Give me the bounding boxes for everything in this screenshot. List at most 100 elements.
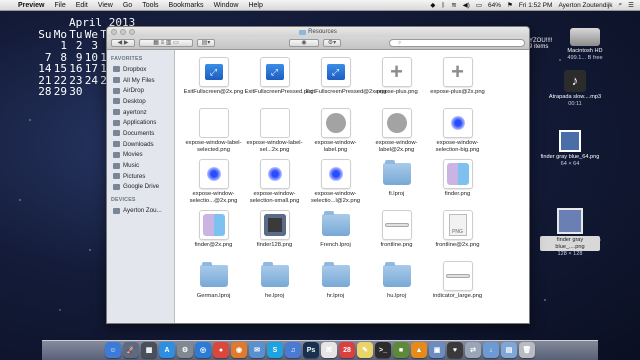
finder-window[interactable]: Resources ◀ ▶ ▦ ≡ ▥ ▭ ▤▾ ◉ ⚙▾ ⌕ FAVORITE… [106, 26, 530, 324]
file-item[interactable]: fi.lproj [366, 160, 427, 211]
trash-icon[interactable]: 🗑 [519, 342, 535, 358]
window-titlebar[interactable]: Resources [107, 27, 529, 37]
mail-icon[interactable]: ✉ [249, 342, 265, 358]
preview-icon[interactable]: ▣ [429, 342, 445, 358]
sidebar-item-pictures[interactable]: Pictures [107, 171, 174, 182]
sidebar-item-device[interactable]: Ayerton Zou... [107, 205, 174, 216]
back-forward-buttons[interactable]: ◀ ▶ [111, 39, 135, 47]
file-name: indicator_large.png [432, 293, 483, 299]
sidebar-item-airdrop[interactable]: AirDrop [107, 85, 174, 96]
user-name[interactable]: Ayerton Zoutendijk [558, 2, 612, 9]
zoom-button[interactable] [129, 29, 135, 35]
file-item[interactable]: finder@2x.png [183, 211, 244, 262]
file-item[interactable]: expose-window-selectio...@2x.png [183, 160, 244, 211]
vlc-icon[interactable]: ▲ [411, 342, 427, 358]
bluetooth-icon[interactable]: ᛒ [441, 2, 445, 9]
close-button[interactable] [111, 29, 117, 35]
flag-icon[interactable]: ⚑ [507, 1, 513, 9]
file-item[interactable]: expose-window-label-sel...2x.png [244, 109, 305, 160]
itunes-icon[interactable]: ♫ [285, 342, 301, 358]
chrome-icon[interactable]: ● [213, 342, 229, 358]
sidebar-item-downloads[interactable]: Downloads [107, 139, 174, 150]
menu-go[interactable]: Go [123, 2, 132, 9]
mission-control-icon[interactable]: ▦ [141, 342, 157, 358]
battery-icon[interactable]: ▭ [476, 1, 482, 9]
desktop-item-macintosh-hd[interactable]: Macintosh HD 499.1... B free [555, 28, 615, 61]
menu-tools[interactable]: Tools [142, 2, 158, 9]
file-item[interactable]: he.lproj [244, 262, 305, 313]
downloads-stack-icon[interactable]: ↓ [483, 342, 499, 358]
file-item[interactable]: expose-window-label-selected.png [183, 109, 244, 160]
file-item[interactable]: ⤢ ExitFullscreenPressed@2x.png [305, 58, 386, 109]
sidebar-item-all-my-files[interactable]: All My Files [107, 75, 174, 86]
search-input[interactable]: ⌕ [389, 39, 525, 47]
file-item[interactable]: expose-window-selectio...l@2x.png [305, 160, 366, 211]
app-store-icon[interactable]: A [159, 342, 175, 358]
sidebar-item-dropbox[interactable]: Dropbox [107, 64, 174, 75]
file-item[interactable]: French.lproj [305, 211, 366, 262]
file-item[interactable]: frontline.png [366, 211, 427, 262]
sidebar-item-movies[interactable]: Movies [107, 150, 174, 161]
safari-icon[interactable]: ◎ [195, 342, 211, 358]
file-item[interactable]: finder.png [427, 160, 488, 211]
desktop-item-png-64[interactable]: finder gray blue_64.png 64 × 64 [540, 130, 600, 167]
skype-icon[interactable]: S [267, 342, 283, 358]
spotlight-icon[interactable]: ⌕ [619, 1, 623, 9]
script-icon[interactable]: ⌘ [321, 342, 337, 358]
sidebar-item-documents[interactable]: Documents [107, 128, 174, 139]
file-item[interactable]: finder128.png [244, 211, 305, 262]
menu-file[interactable]: File [54, 2, 65, 9]
system-preferences-icon[interactable]: ⚙ [177, 342, 193, 358]
file-item[interactable]: expose-window-label@2x.png [366, 109, 427, 160]
menu-view[interactable]: View [98, 2, 113, 9]
file-item[interactable]: + expose-plus.png [366, 58, 427, 109]
menu-edit[interactable]: Edit [76, 2, 88, 9]
action-gear-button[interactable]: ⚙▾ [323, 39, 341, 47]
sidebar-item-google-drive[interactable]: Google Drive [107, 182, 174, 193]
menubar-clock[interactable]: Fri 1:52 PM [519, 2, 553, 9]
dropbox-status-icon[interactable]: ◆ [430, 1, 435, 9]
file-item[interactable]: German.lproj [183, 262, 244, 313]
file-item[interactable]: + expose-plus@2x.png [427, 58, 488, 109]
photoshop-icon[interactable]: Ps [303, 342, 319, 358]
minecraft-icon[interactable]: ■ [393, 342, 409, 358]
desktop-item-mp3[interactable]: ♪ Atrapada slow....mp3 00:11 [545, 70, 605, 107]
documents-stack-icon[interactable]: ▤ [501, 342, 517, 358]
menu-window[interactable]: Window [214, 2, 239, 9]
volume-icon[interactable]: ◀) [463, 1, 470, 9]
view-mode-selector[interactable]: ▦ ≡ ▥ ▭ [139, 39, 193, 47]
terminal-icon[interactable]: >_ [375, 342, 391, 358]
sidebar-item-applications[interactable]: Applications [107, 117, 174, 128]
notes-icon[interactable]: ✎ [357, 342, 373, 358]
menu-help[interactable]: Help [248, 2, 262, 9]
file-item[interactable]: hu.lproj [366, 262, 427, 313]
notification-center-icon[interactable]: ☰ [628, 1, 634, 9]
file-item[interactable]: expose-window-label.png [305, 109, 366, 160]
arrange-button[interactable]: ▤▾ [197, 39, 215, 47]
sidebar-item-ayertonz[interactable]: ayertonz [107, 107, 174, 118]
sidebar-item-music[interactable]: Music [107, 160, 174, 171]
file-item[interactable]: expose-window-selection-small.png [244, 160, 305, 211]
firefox-icon[interactable]: ◉ [231, 342, 247, 358]
calendar-icon[interactable]: 28 [339, 342, 355, 358]
file-item[interactable]: hr.lproj [305, 262, 366, 313]
sidebar-item-desktop[interactable]: Desktop [107, 96, 174, 107]
quick-look-button[interactable]: ◉ [289, 39, 319, 47]
launchpad-icon[interactable]: 🚀 [123, 342, 139, 358]
file-item[interactable]: expose-window-selection-big.png [427, 109, 488, 160]
finder-icon[interactable]: ☺ [105, 342, 121, 358]
desktop-item-png-128[interactable]: finder gray blue_....png 128 × 128 [540, 208, 600, 258]
app-menu-preview[interactable]: Preview [18, 2, 44, 9]
file-item[interactable]: indicator_large.png [427, 262, 488, 313]
menu-bookmarks[interactable]: Bookmarks [169, 2, 204, 9]
wifi-icon[interactable]: ≋ [451, 1, 456, 9]
minimize-button[interactable] [120, 29, 126, 35]
migration-icon[interactable]: ⇄ [465, 342, 481, 358]
activity-monitor-icon[interactable]: ♥ [447, 342, 463, 358]
file-item[interactable]: PNG frontline@2x.png [427, 211, 488, 262]
desktop-item-info: 00:11 [568, 100, 582, 107]
file-name: ExitFullscreenPressed.png [244, 89, 314, 95]
file-item[interactable]: ⤢ ExitFullscreenPressed.png [244, 58, 314, 109]
file-item[interactable]: ⤢ ExitFullscreen@2x.png [183, 58, 244, 109]
file-name: he.lproj [264, 293, 284, 299]
